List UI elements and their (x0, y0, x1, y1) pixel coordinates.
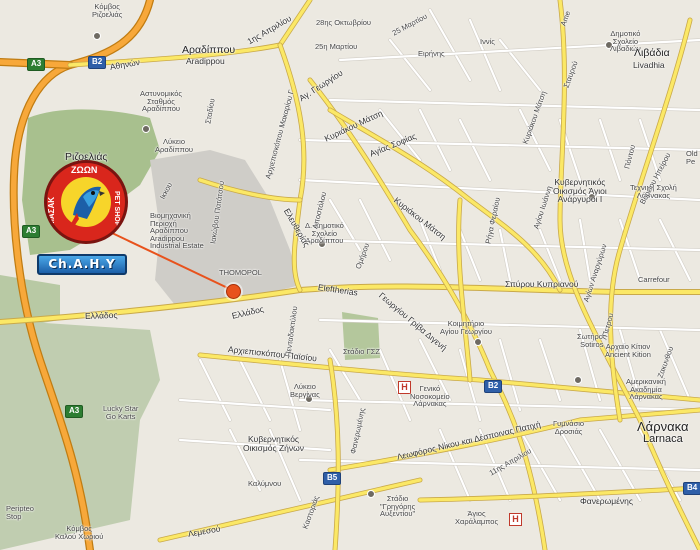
poi-marker[interactable] (142, 125, 150, 133)
label-larnaca: Larnaca (643, 433, 683, 445)
label-aradippou-en: Aradippou (186, 56, 225, 66)
label-kombos-kalou-choriou: Κόμβος Καλού Χωριού (55, 524, 104, 541)
location-marker-icon[interactable] (226, 284, 241, 299)
label-hospital: Γενικό Νοσοκομείο Λάρνακας (410, 384, 450, 408)
label-cemetery: Κοιμητήριο Αγίου Γεωργίου (440, 319, 492, 336)
poi-marker[interactable] (367, 490, 375, 498)
hospital-icon[interactable]: H (509, 513, 522, 526)
route-shield: A3 (27, 58, 46, 71)
map-canvas[interactable]: A3 B2 A3 A3 B2 B5 B4 H H Κόμβος Ριζοελιά… (0, 0, 700, 550)
street-label: Σπύρου Κυπριανού (505, 279, 579, 289)
street-label: Ιννίς (480, 37, 495, 46)
label-peripteros: Peripteo Stop (6, 504, 34, 521)
street-label: Ειρήνης (418, 49, 445, 58)
label-aradippou: Αραδίππου (182, 44, 236, 56)
label-livadhia: Livadhia (633, 60, 665, 70)
label-industrial-estate: Βιομηχανική Περιοχή Αραδίππου Aradippou … (150, 211, 204, 250)
route-shield: B2 (88, 56, 107, 69)
logo-ring-top: ΖΩΩΝ (71, 165, 98, 175)
label-lucky-star: Lucky Star Go Karts (103, 404, 139, 421)
label-kyvernitikos-anargyroi: Κυβερνητικός Οικισμός Άγιοι Ανάργυροι Ι (553, 177, 607, 204)
street-label: 28ης Οκτωβρίου (316, 18, 372, 27)
label-stadium-gsz: Στάδιο ΓΣΖ (343, 347, 380, 356)
poi-marker[interactable] (93, 32, 101, 40)
route-shield: B2 (484, 380, 503, 393)
label-gymnasio-drosias: Γυμνάσιο Δροσιάς (553, 419, 585, 436)
label-thomopol: THOMOPOL (219, 268, 262, 277)
label-american-academy: Αμερικανική Ακαδημία Λάρνακας (626, 377, 666, 401)
pet-shop-plate[interactable]: Ch.A.H.Y (37, 254, 127, 275)
route-shield: B4 (683, 482, 700, 495)
label-carrefour: Carrefour (638, 275, 670, 284)
label-livadia: Λιβάδια (634, 47, 670, 59)
label-old-pe: Old Pe (686, 149, 698, 166)
poi-marker[interactable] (474, 338, 482, 346)
label-agios-charalampos: Άγιος Χαράλαμπος (455, 509, 499, 526)
logo-ring-left: ΜΑΣΑΚ (47, 197, 56, 226)
route-shield: A3 (22, 225, 41, 238)
label-police-station: Αστυνομικός Σταθμός Αραδίππου (140, 89, 183, 113)
label-stadium-grigoris: Στάδιο "Γρηγόρης Αυξεντίου" (380, 494, 416, 518)
pet-shop-logo[interactable]: ΖΩΩΝ ΜΑΣΑΚ PET SHOP (44, 160, 128, 244)
route-shield: A3 (65, 405, 84, 418)
street-label: 25η Μαρτίου (315, 42, 358, 51)
label-lyceum-aradippou: Λύκειο Αραδίππου (155, 137, 193, 154)
label-kyvernitikos-zinon: Κυβερνητικός Οικισμός Ζήνων (243, 434, 305, 453)
label-larnaka: Λάρνακα (637, 419, 689, 434)
label-kombos-rizoelias: Κόμβος Ριζοελιάς (92, 2, 123, 19)
logo-ring-right: PET SHOP (113, 191, 120, 227)
poi-marker[interactable] (574, 376, 582, 384)
route-shield: B5 (323, 472, 342, 485)
street-label: Φανερωμένης (580, 496, 633, 506)
street-label: Ελλάδος (84, 309, 118, 321)
street-label: Καλύμνου (248, 479, 282, 488)
label-lyceum-verginas: Λύκειο Βεργίνας (290, 382, 320, 399)
label-ancient-kition: Αρχαίο Κίτιον Ancient Kition (605, 342, 651, 359)
